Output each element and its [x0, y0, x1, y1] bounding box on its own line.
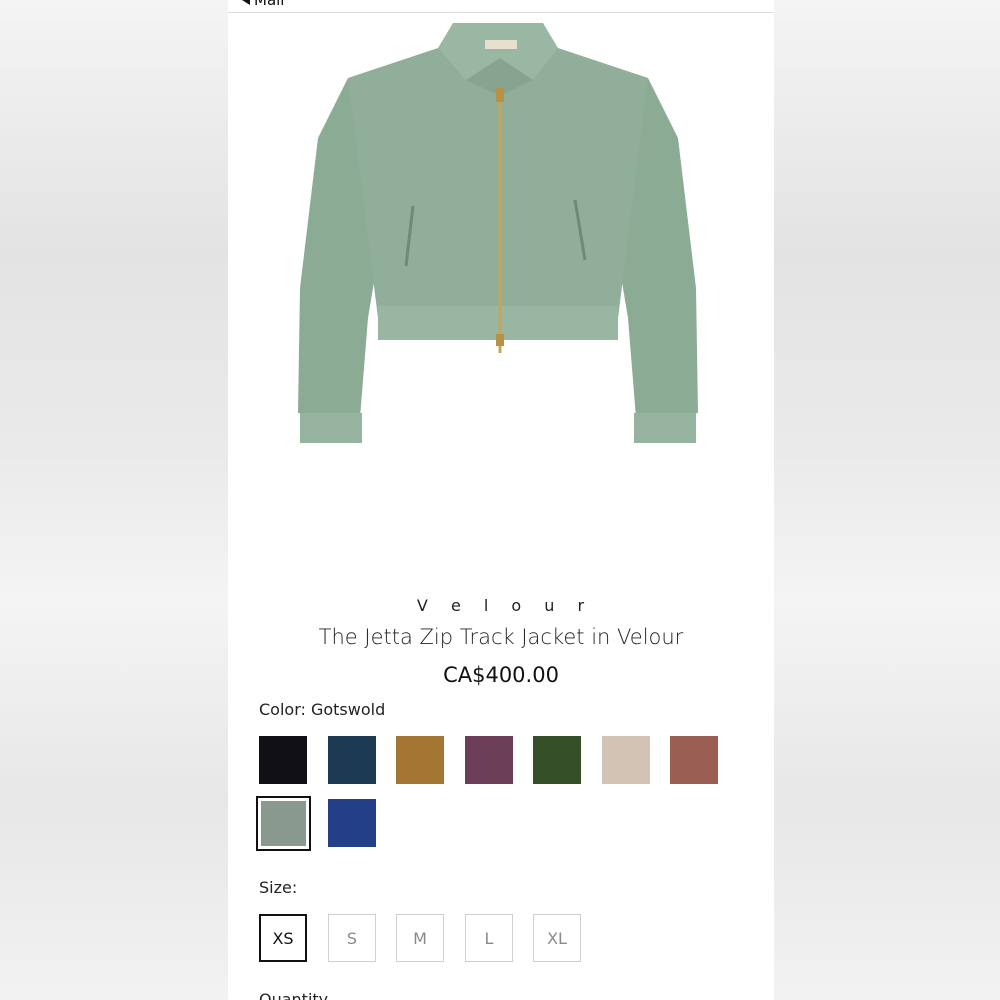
size-option-label: XS — [272, 928, 294, 948]
swatch-fill — [533, 736, 581, 784]
back-to-mail-link[interactable]: Mail — [242, 0, 284, 9]
swatch-fill — [465, 736, 513, 784]
size-option-s[interactable]: S — [328, 914, 376, 962]
size-option-l[interactable]: L — [465, 914, 513, 962]
back-label: Mail — [254, 0, 285, 9]
size-label: Size: — [259, 878, 298, 897]
color-swatch-navy[interactable] — [328, 736, 376, 784]
product-page: Mail V e l o u r The Jetta Zip Track Jac… — [228, 0, 774, 1000]
quantity-label: Quantity — [259, 990, 329, 1000]
color-swatch-black[interactable] — [259, 736, 307, 784]
product-image[interactable] — [288, 18, 708, 458]
size-option-m[interactable]: M — [396, 914, 444, 962]
size-option-xs[interactable]: XS — [259, 914, 307, 962]
color-swatch-gotswold[interactable] — [256, 796, 311, 851]
size-option-label: L — [484, 928, 494, 948]
swatch-fill — [328, 799, 376, 847]
swatch-fill — [396, 736, 444, 784]
size-option-label: XL — [547, 928, 567, 948]
size-option-label: M — [413, 928, 427, 948]
color-swatch-forest-green[interactable] — [533, 736, 581, 784]
product-title: The Jetta Zip Track Jacket in Velour — [318, 625, 684, 649]
blurred-background-left — [0, 0, 228, 1000]
swatch-fill — [261, 801, 306, 846]
color-swatch-plum[interactable] — [465, 736, 513, 784]
top-bar: Mail — [228, 0, 774, 13]
color-swatch-sand[interactable] — [602, 736, 650, 784]
color-swatch-terracotta[interactable] — [670, 736, 718, 784]
brand-name: V e l o u r — [416, 596, 594, 615]
swatch-fill — [328, 736, 376, 784]
color-swatch-ochre[interactable] — [396, 736, 444, 784]
back-arrow-icon — [242, 0, 250, 5]
size-option-label: S — [346, 928, 358, 948]
swatch-fill — [259, 736, 307, 784]
green-velour-jacket-icon — [298, 23, 698, 443]
product-price: CA$400.00 — [443, 663, 559, 687]
swatch-fill — [670, 736, 718, 784]
swatch-fill — [602, 736, 650, 784]
blurred-background-right — [774, 0, 1000, 1000]
color-label: Color: Gotswold — [259, 700, 386, 719]
color-swatch-royal-blue[interactable] — [328, 799, 376, 847]
size-option-xl[interactable]: XL — [533, 914, 581, 962]
